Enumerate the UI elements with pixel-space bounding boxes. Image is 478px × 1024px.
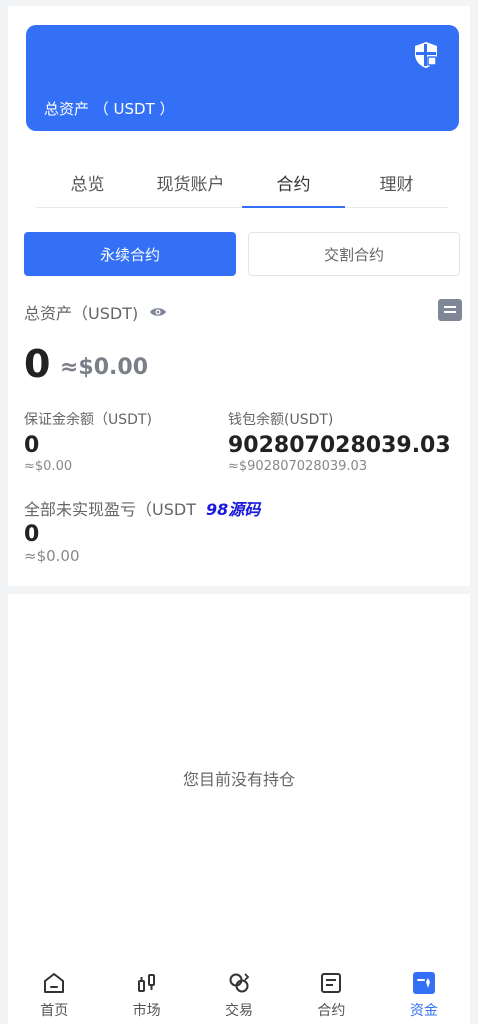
nav-home-label: 首页 bbox=[40, 1003, 69, 1019]
asset-banner: 总资产 （ USDT ） bbox=[26, 25, 459, 131]
section-divider bbox=[8, 586, 470, 594]
unrealized-pnl-approx: ≈$0.00 bbox=[24, 547, 80, 565]
app-page: 总资产 （ USDT ） 总览 现货账户 合约 理财 永续合约 交割合约 总资产… bbox=[8, 6, 470, 1024]
shield-icon[interactable] bbox=[413, 41, 439, 69]
wallet-balance-approx: ≈$902807028039.03 bbox=[228, 459, 368, 474]
market-icon bbox=[137, 974, 155, 992]
home-icon bbox=[44, 973, 65, 993]
margin-balance-approx: ≈$0.00 bbox=[24, 459, 73, 474]
tab-contract[interactable]: 合约 bbox=[242, 162, 345, 208]
tab-spot-account[interactable]: 现货账户 bbox=[139, 162, 242, 207]
trade-icon bbox=[229, 973, 250, 993]
nav-market[interactable]: 市场 bbox=[100, 966, 192, 1024]
contract-icon bbox=[321, 973, 342, 993]
wallet-balance-label: 钱包余额(USDT) bbox=[228, 412, 334, 428]
banner-total-label: 总资产 （ USDT ） bbox=[44, 100, 175, 118]
nav-contract-label: 合约 bbox=[317, 1003, 346, 1019]
unrealized-pnl-value: 0 bbox=[24, 522, 40, 547]
wallet-icon bbox=[412, 972, 435, 994]
total-assets-value: 0 bbox=[24, 342, 51, 386]
tab-finance[interactable]: 理财 bbox=[345, 162, 448, 207]
nav-market-label: 市场 bbox=[132, 1003, 161, 1019]
empty-positions-text: 您目前没有持仓 bbox=[182, 770, 295, 789]
margin-balance-label: 保证金余额（USDT) bbox=[24, 412, 152, 428]
margin-balance-value: 0 bbox=[24, 433, 40, 458]
nav-trade[interactable]: 交易 bbox=[193, 966, 285, 1024]
records-icon[interactable] bbox=[438, 299, 462, 321]
delivery-contract-button[interactable]: 交割合约 bbox=[248, 232, 460, 276]
nav-funds[interactable]: 资金 bbox=[378, 966, 470, 1024]
nav-trade-label: 交易 bbox=[225, 1003, 254, 1019]
watermark-text: 98源码 bbox=[206, 500, 261, 519]
perpetual-contract-button[interactable]: 永续合约 bbox=[24, 232, 236, 276]
nav-home[interactable]: 首页 bbox=[8, 966, 100, 1024]
bottom-nav: 首页 市场 交易 合约 资金 bbox=[8, 966, 470, 1024]
total-assets-label: 总资产（USDT) bbox=[24, 304, 139, 323]
total-assets-row: 总资产（USDT) bbox=[24, 299, 462, 324]
wallet-balance-value: 902807028039.03 bbox=[228, 433, 451, 458]
tab-overview[interactable]: 总览 bbox=[36, 162, 139, 207]
account-tabs: 总览 现货账户 合约 理财 bbox=[36, 162, 448, 208]
total-assets-approx: ≈$0.00 bbox=[60, 355, 149, 380]
unrealized-pnl-label: 全部未实现盈亏（USDT bbox=[24, 500, 196, 519]
nav-contract[interactable]: 合约 bbox=[285, 966, 377, 1024]
nav-funds-label: 资金 bbox=[409, 1003, 438, 1019]
eye-icon[interactable] bbox=[149, 306, 167, 318]
